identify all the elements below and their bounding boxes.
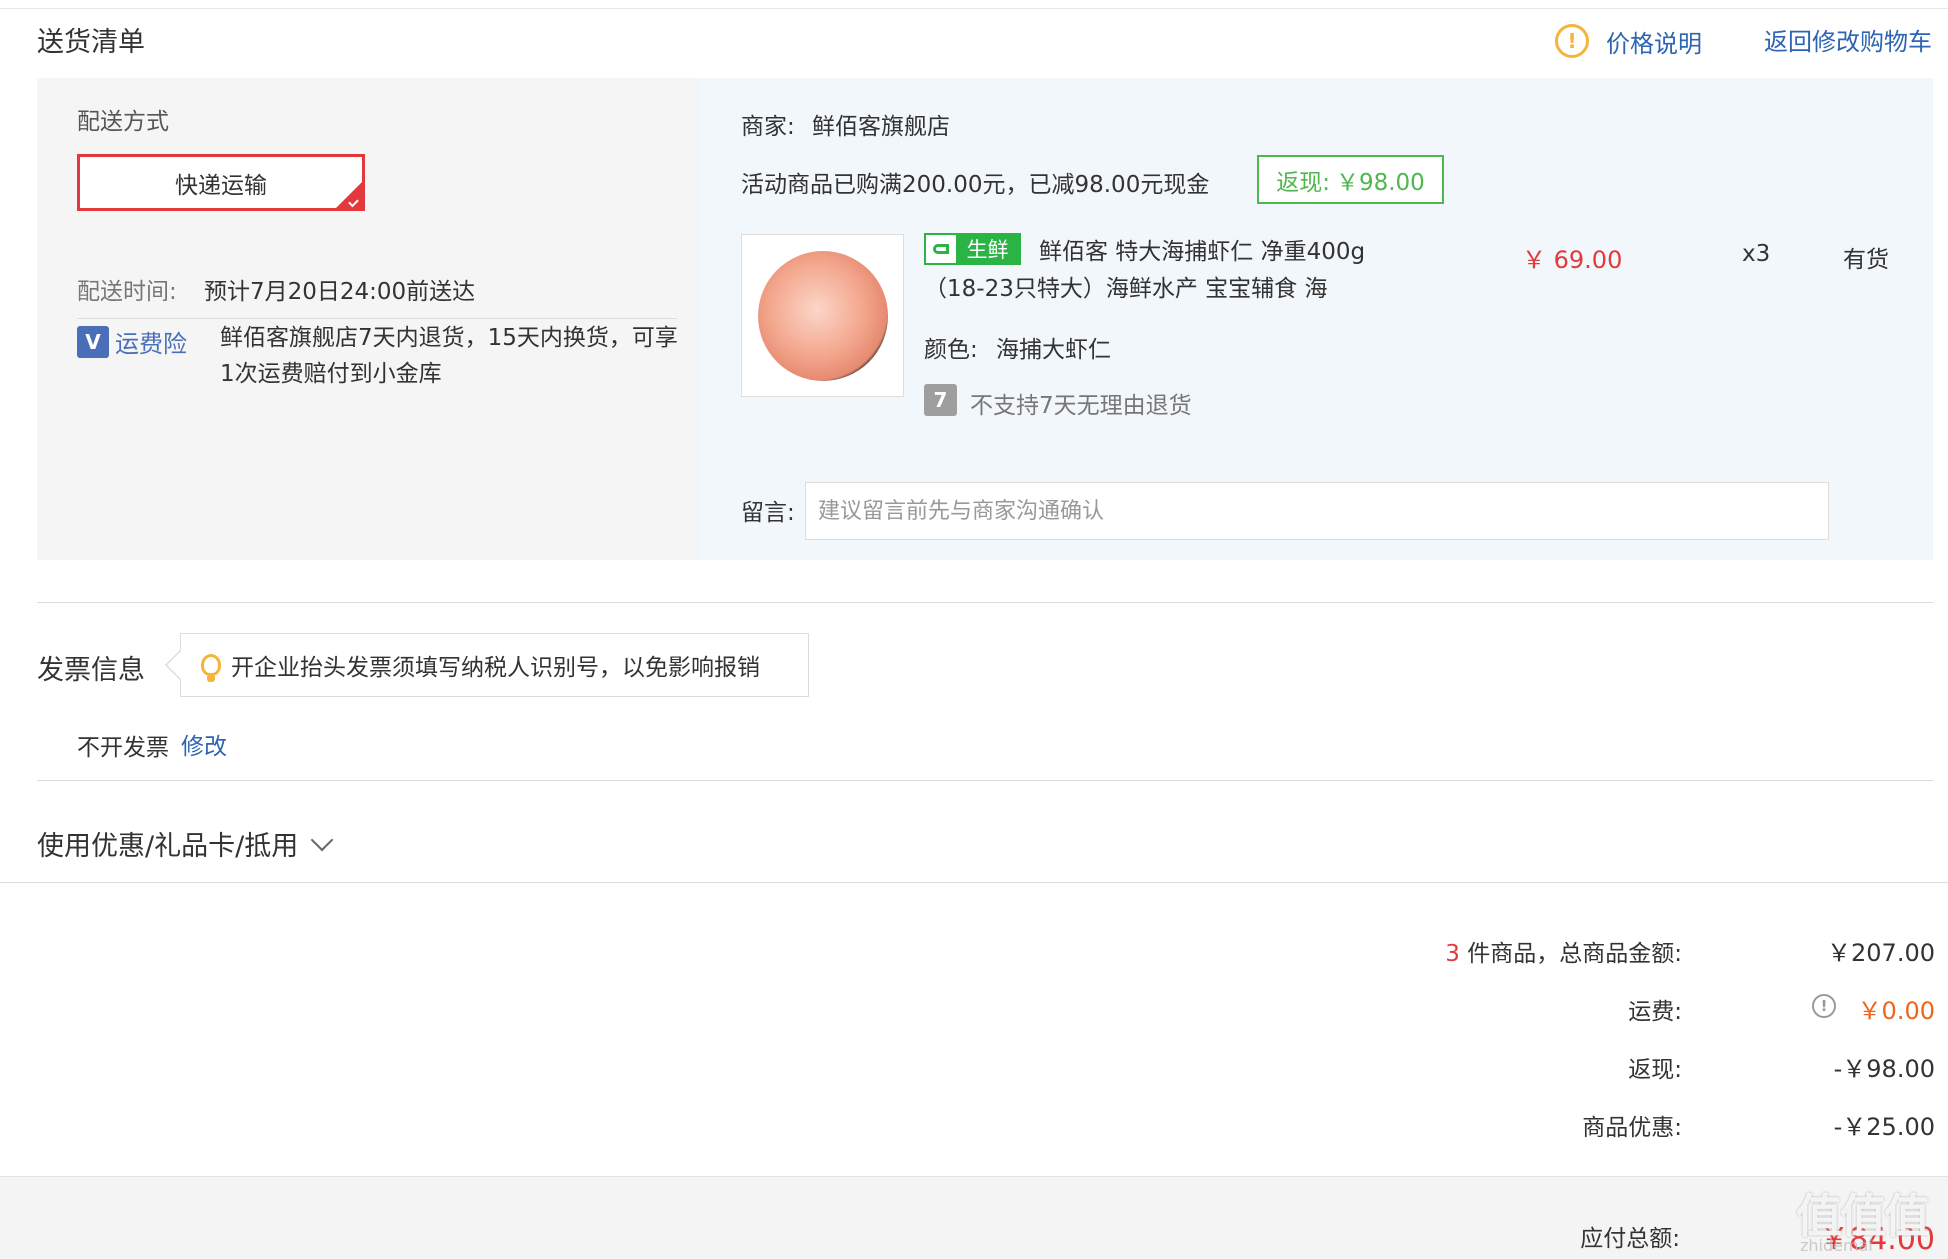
merchant-label: 商家: bbox=[741, 114, 795, 140]
discount-label: 商品优惠: bbox=[1582, 1115, 1682, 1141]
product-quantity: x3 bbox=[1742, 241, 1771, 267]
stock-status: 有货 bbox=[1843, 247, 1889, 273]
note-label: 留言: bbox=[741, 500, 795, 526]
invoice-divider-top bbox=[37, 602, 1933, 603]
payable-label: 应付总额: bbox=[1580, 1226, 1680, 1252]
freight-insurance-description: 鲜佰客旗舰店7天内退货，15天内换货，可享1次运费赔付到小金库 bbox=[220, 325, 678, 387]
coupon-label: 使用优惠/礼品卡/抵用 bbox=[37, 831, 299, 862]
goods-count-label: 件商品，总商品金额: bbox=[1467, 941, 1682, 967]
fresh-tag-label: 生鲜 bbox=[966, 238, 1009, 262]
shipping-fee-label: 运费: bbox=[1628, 999, 1682, 1025]
goods-total-value: ￥207.00 bbox=[1827, 939, 1935, 967]
invoice-divider-bottom bbox=[37, 780, 1933, 781]
product-color-value: 海捕大虾仁 bbox=[996, 337, 1111, 363]
coupon-divider bbox=[0, 882, 1948, 883]
lightbulb-icon bbox=[201, 654, 221, 682]
promo-text: 活动商品已购满200.00元，已减98.00元现金 bbox=[741, 172, 1210, 198]
back-to-cart-link[interactable]: 返回修改购物车 bbox=[1764, 22, 1932, 57]
chevron-down-icon bbox=[310, 828, 334, 851]
top-divider bbox=[0, 8, 1948, 9]
coupon-toggle[interactable]: 使用优惠/礼品卡/抵用 bbox=[37, 824, 334, 863]
delivery-time-label: 配送时间: bbox=[77, 279, 177, 305]
rebate-summary-value: -￥98.00 bbox=[1833, 1055, 1935, 1083]
shipping-divider bbox=[77, 318, 677, 319]
invoice-tip: 开企业抬头发票须填写纳税人识别号，以免影响报销 bbox=[180, 633, 809, 697]
shipping-method-panel bbox=[37, 78, 700, 560]
invoice-status: 不开发票 bbox=[77, 735, 169, 761]
invoice-edit-link[interactable]: 修改 bbox=[181, 727, 227, 761]
goods-total-label: 3 件商品，总商品金额: bbox=[1182, 934, 1682, 968]
invoice-tip-text: 开企业抬头发票须填写纳税人识别号，以免影响报销 bbox=[231, 655, 760, 681]
discount-value: -￥25.00 bbox=[1833, 1113, 1935, 1141]
note-input[interactable] bbox=[805, 482, 1829, 540]
fresh-tag: 生鲜 bbox=[924, 233, 1021, 265]
invoice-title: 发票信息 bbox=[37, 655, 145, 686]
rebate-badge-value: ￥98.00 bbox=[1335, 169, 1425, 196]
delivery-time-value: 预计7月20日24:00前送达 bbox=[204, 279, 476, 305]
merchant-name: 鲜佰客旗舰店 bbox=[812, 114, 950, 140]
product-price: ￥ 69.00 bbox=[1522, 246, 1623, 274]
alert-circle-icon[interactable]: ! bbox=[1555, 24, 1589, 58]
rebate-badge-label: 返现: bbox=[1276, 169, 1330, 196]
shield-icon: V bbox=[77, 325, 109, 358]
freight-insurance-label: 运费险 bbox=[115, 330, 187, 358]
shipping-method-label: 配送方式 bbox=[77, 109, 169, 135]
freight-insurance-badge: V 运费险 bbox=[77, 324, 187, 359]
return-policy-text: 不支持7天无理由退货 bbox=[970, 393, 1192, 419]
fresh-fish-icon bbox=[926, 235, 956, 263]
goods-count: 3 bbox=[1445, 941, 1460, 967]
rebate-summary-label: 返现: bbox=[1628, 1057, 1682, 1083]
no-return-7-icon: 7 bbox=[924, 384, 957, 416]
shipping-fee-value: ￥0.00 bbox=[1857, 997, 1935, 1025]
tip-arrow-fill bbox=[167, 650, 182, 680]
express-shipping-label: 快递运输 bbox=[175, 172, 267, 199]
rebate-badge: 返现: ￥98.00 bbox=[1257, 155, 1444, 204]
product-color-label: 颜色: bbox=[924, 337, 978, 363]
price-note-link[interactable]: 价格说明 bbox=[1606, 24, 1702, 59]
product-image bbox=[757, 250, 888, 381]
express-shipping-option[interactable]: 快递运输 bbox=[77, 154, 365, 211]
watermark-site: zhidemai bbox=[1800, 1236, 1873, 1255]
product-thumbnail[interactable] bbox=[741, 234, 904, 397]
section-title-delivery-list: 送货清单 bbox=[37, 27, 145, 58]
